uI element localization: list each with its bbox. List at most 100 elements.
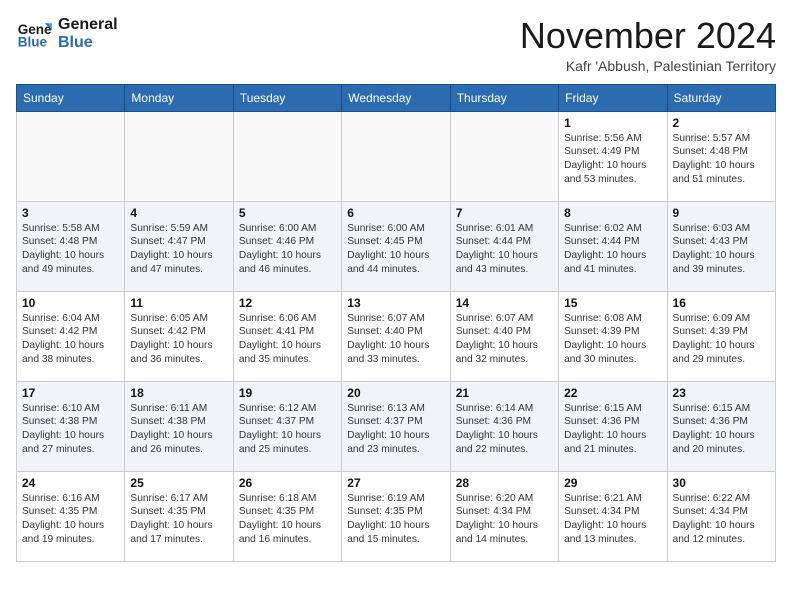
day-info: Sunrise: 5:56 AM Sunset: 4:49 PM Dayligh… (564, 132, 661, 187)
day-number: 5 (239, 206, 336, 220)
day-number: 20 (347, 386, 444, 400)
calendar-cell (233, 111, 341, 201)
calendar-row-4: 24Sunrise: 6:16 AM Sunset: 4:35 PM Dayli… (17, 471, 776, 561)
calendar-cell: 6 Sunrise: 6:00 AM Sunset: 4:45 PM Daylig… (342, 201, 450, 291)
day-info: Sunrise: 6:00 AM Sunset: 4:46 PM Dayligh… (239, 222, 336, 277)
day-info: Sunrise: 6:11 AM Sunset: 4:38 PM Dayligh… (130, 402, 227, 457)
calendar-cell: 18 Sunrise: 6:11 AM Sunset: 4:38 PM Dayli… (125, 381, 233, 471)
logo-text-general: General (58, 16, 118, 34)
calendar-cell: 21Sunrise: 6:14 AM Sunset: 4:36 PM Dayli… (450, 381, 558, 471)
calendar-cell: 7 Sunrise: 6:01 AM Sunset: 4:44 PM Daylig… (450, 201, 558, 291)
day-number: 25 (130, 476, 227, 490)
weekday-thursday: Thursday (450, 84, 558, 111)
calendar-cell: 3Sunrise: 5:58 AM Sunset: 4:48 PM Daylig… (17, 201, 125, 291)
calendar-cell: 23 Sunrise: 6:15 AM Sunset: 4:36 PM Dayli… (667, 381, 775, 471)
calendar-cell: 24Sunrise: 6:16 AM Sunset: 4:35 PM Dayli… (17, 471, 125, 561)
calendar-cell: 28 Sunrise: 6:20 AM Sunset: 4:34 PM Dayli… (450, 471, 558, 561)
day-info: Sunrise: 6:00 AM Sunset: 4:45 PM Dayligh… (347, 222, 444, 277)
calendar-cell: 4 Sunrise: 5:59 AM Sunset: 4:47 PM Daylig… (125, 201, 233, 291)
calendar-cell: 16Sunrise: 6:09 AM Sunset: 4:39 PM Dayli… (667, 291, 775, 381)
day-number: 8 (564, 206, 661, 220)
weekday-saturday: Saturday (667, 84, 775, 111)
calendar-cell (342, 111, 450, 201)
month-title: November 2024 (520, 16, 776, 56)
calendar-row-3: 17Sunrise: 6:10 AM Sunset: 4:38 PM Dayli… (17, 381, 776, 471)
calendar-cell: 10 Sunrise: 6:04 AM Sunset: 4:42 PM Dayli… (17, 291, 125, 381)
day-info: Sunrise: 6:22 AM Sunset: 4:34 PM Dayligh… (673, 492, 770, 547)
day-info: Sunrise: 6:18 AM Sunset: 4:35 PM Dayligh… (239, 492, 336, 547)
calendar-cell: 2Sunrise: 5:57 AM Sunset: 4:48 PM Daylig… (667, 111, 775, 201)
day-number: 10 (22, 296, 119, 310)
header: General Blue General Blue November 2024 … (16, 16, 776, 74)
day-number: 29 (564, 476, 661, 490)
calendar-cell (450, 111, 558, 201)
day-info: Sunrise: 6:12 AM Sunset: 4:37 PM Dayligh… (239, 402, 336, 457)
day-info: Sunrise: 6:15 AM Sunset: 4:36 PM Dayligh… (673, 402, 770, 457)
weekday-header-row: SundayMondayTuesdayWednesdayThursdayFrid… (17, 84, 776, 111)
day-number: 3 (22, 206, 119, 220)
day-info: Sunrise: 6:17 AM Sunset: 4:35 PM Dayligh… (130, 492, 227, 547)
calendar-cell: 29 Sunrise: 6:21 AM Sunset: 4:34 PM Dayli… (559, 471, 667, 561)
day-number: 11 (130, 296, 227, 310)
day-number: 2 (673, 116, 770, 130)
calendar-cell: 17Sunrise: 6:10 AM Sunset: 4:38 PM Dayli… (17, 381, 125, 471)
day-number: 13 (347, 296, 444, 310)
calendar-cell (125, 111, 233, 201)
calendar-cell: 25 Sunrise: 6:17 AM Sunset: 4:35 PM Dayli… (125, 471, 233, 561)
calendar-cell: 8 Sunrise: 6:02 AM Sunset: 4:44 PM Daylig… (559, 201, 667, 291)
calendar-cell (17, 111, 125, 201)
calendar-cell: 15Sunrise: 6:08 AM Sunset: 4:39 PM Dayli… (559, 291, 667, 381)
calendar-cell: 13Sunrise: 6:07 AM Sunset: 4:40 PM Dayli… (342, 291, 450, 381)
day-info: Sunrise: 6:01 AM Sunset: 4:44 PM Dayligh… (456, 222, 553, 277)
calendar-cell: 5 Sunrise: 6:00 AM Sunset: 4:46 PM Daylig… (233, 201, 341, 291)
day-info: Sunrise: 6:15 AM Sunset: 4:36 PM Dayligh… (564, 402, 661, 457)
day-info: Sunrise: 6:05 AM Sunset: 4:42 PM Dayligh… (130, 312, 227, 367)
day-number: 15 (564, 296, 661, 310)
weekday-sunday: Sunday (17, 84, 125, 111)
day-number: 12 (239, 296, 336, 310)
calendar-row-2: 10 Sunrise: 6:04 AM Sunset: 4:42 PM Dayli… (17, 291, 776, 381)
day-info: Sunrise: 6:13 AM Sunset: 4:37 PM Dayligh… (347, 402, 444, 457)
calendar-cell: 22 Sunrise: 6:15 AM Sunset: 4:36 PM Dayli… (559, 381, 667, 471)
day-number: 23 (673, 386, 770, 400)
day-info: Sunrise: 6:03 AM Sunset: 4:43 PM Dayligh… (673, 222, 770, 277)
day-info: Sunrise: 6:07 AM Sunset: 4:40 PM Dayligh… (456, 312, 553, 367)
day-info: Sunrise: 6:20 AM Sunset: 4:34 PM Dayligh… (456, 492, 553, 547)
day-number: 22 (564, 386, 661, 400)
day-info: Sunrise: 6:21 AM Sunset: 4:34 PM Dayligh… (564, 492, 661, 547)
page: General Blue General Blue November 2024 … (0, 0, 792, 572)
weekday-friday: Friday (559, 84, 667, 111)
calendar-cell: 20 Sunrise: 6:13 AM Sunset: 4:37 PM Dayli… (342, 381, 450, 471)
day-number: 24 (22, 476, 119, 490)
day-info: Sunrise: 6:06 AM Sunset: 4:41 PM Dayligh… (239, 312, 336, 367)
calendar-cell: 26 Sunrise: 6:18 AM Sunset: 4:35 PM Dayli… (233, 471, 341, 561)
day-number: 26 (239, 476, 336, 490)
location: Kafr 'Abbush, Palestinian Territory (520, 58, 776, 74)
calendar-row-1: 3Sunrise: 5:58 AM Sunset: 4:48 PM Daylig… (17, 201, 776, 291)
day-number: 7 (456, 206, 553, 220)
calendar-cell: 11 Sunrise: 6:05 AM Sunset: 4:42 PM Dayli… (125, 291, 233, 381)
day-info: Sunrise: 6:14 AM Sunset: 4:36 PM Dayligh… (456, 402, 553, 457)
day-number: 27 (347, 476, 444, 490)
calendar-table: SundayMondayTuesdayWednesdayThursdayFrid… (16, 84, 776, 562)
day-number: 14 (456, 296, 553, 310)
calendar-row-0: 1 Sunrise: 5:56 AM Sunset: 4:49 PM Daylig… (17, 111, 776, 201)
day-info: Sunrise: 6:02 AM Sunset: 4:44 PM Dayligh… (564, 222, 661, 277)
calendar-cell: 12 Sunrise: 6:06 AM Sunset: 4:41 PM Dayli… (233, 291, 341, 381)
svg-text:Blue: Blue (18, 35, 48, 50)
calendar-cell: 19 Sunrise: 6:12 AM Sunset: 4:37 PM Dayli… (233, 381, 341, 471)
day-number: 28 (456, 476, 553, 490)
day-number: 18 (130, 386, 227, 400)
day-number: 6 (347, 206, 444, 220)
logo-icon: General Blue (16, 16, 52, 52)
calendar-cell: 1 Sunrise: 5:56 AM Sunset: 4:49 PM Daylig… (559, 111, 667, 201)
day-info: Sunrise: 6:04 AM Sunset: 4:42 PM Dayligh… (22, 312, 119, 367)
calendar-cell: 9 Sunrise: 6:03 AM Sunset: 4:43 PM Daylig… (667, 201, 775, 291)
day-number: 4 (130, 206, 227, 220)
day-info: Sunrise: 5:59 AM Sunset: 4:47 PM Dayligh… (130, 222, 227, 277)
logo: General Blue General Blue (16, 16, 118, 52)
day-number: 9 (673, 206, 770, 220)
day-number: 19 (239, 386, 336, 400)
weekday-tuesday: Tuesday (233, 84, 341, 111)
day-number: 1 (564, 116, 661, 130)
